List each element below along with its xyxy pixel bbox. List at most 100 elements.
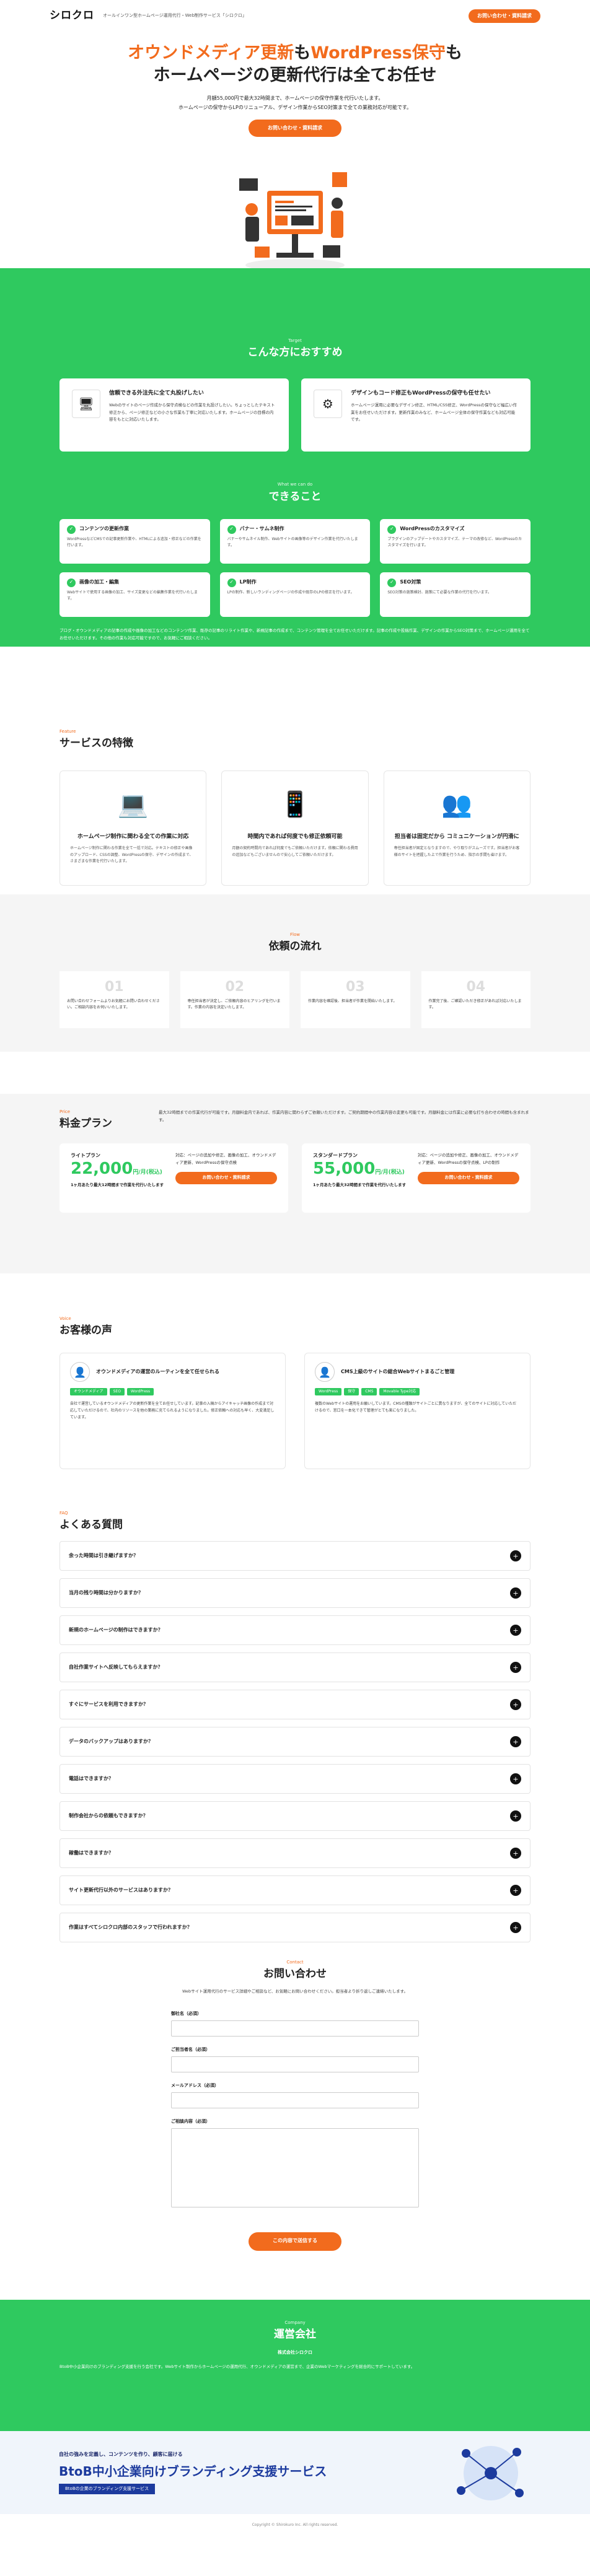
flow-step-number: 01 xyxy=(104,979,124,995)
email-input[interactable] xyxy=(171,2092,419,2109)
flow-section: Flow 依頼の流れ 01 お問い合わせフォームよりお気軽にお問い合わせください。… xyxy=(0,894,590,1052)
company-section: Company 運営会社 株式会社シロクロ BtoB中小企業向けのブランディング… xyxy=(0,2300,590,2431)
faq-item[interactable]: 電話はできますか？ + xyxy=(59,1764,531,1794)
plus-icon[interactable]: + xyxy=(510,1810,521,1822)
plus-icon[interactable]: + xyxy=(510,1848,521,1859)
flow-step-number: 04 xyxy=(466,979,486,995)
branding-banner[interactable]: 自社の強みを定義し、コンテンツを作り、顧客に届ける BtoB中小企業向けブランデ… xyxy=(0,2431,590,2514)
faq-item[interactable]: 余った時間は引き継げますか？ + xyxy=(59,1541,531,1571)
hero-title-part1: オウンドメディア更新 xyxy=(128,43,294,63)
flow-title: 依頼の流れ xyxy=(268,940,322,953)
price-title: 料金プラン xyxy=(59,1117,112,1130)
voice-card-text: 複数のWebサイトの運用をお願いしています。CMSの種類がサイトごとに異なります… xyxy=(315,1401,517,1413)
hero-sub2: ホームページの保守からLPのリニューアル、デザイン作業からSEO対策まで全ての業… xyxy=(178,105,412,111)
banner-badge: BtoBの企業のブランディング支援サービス xyxy=(59,2483,156,2494)
check-icon: ✓ xyxy=(387,578,397,587)
feature-card-title: 時間内であれば何度でも修正依頼可能 xyxy=(247,834,343,840)
plus-icon[interactable]: + xyxy=(510,1662,521,1674)
recommend-label: Target xyxy=(288,338,302,343)
plus-icon[interactable]: + xyxy=(510,1699,521,1711)
plus-icon[interactable]: + xyxy=(510,1922,521,1934)
can-card-text: WordPressなどCMSでの記事更新作業や、HTMLによる追加・修正などの作… xyxy=(67,536,201,548)
flow-step-text: 作業内容を確認後、担当者が作業を開始いたします。 xyxy=(308,998,397,1003)
plus-icon[interactable]: + xyxy=(510,1736,521,1748)
features-label: Feature xyxy=(59,729,76,734)
price-label: Price xyxy=(59,1109,71,1114)
network-illustration-icon xyxy=(457,2446,524,2500)
header-tagline: オールインワン型ホームページ運用代行・Web制作サービス「シロクロ」 xyxy=(103,13,247,19)
faq-item[interactable]: 自社作業サイトへ反映してもらえますか？ + xyxy=(59,1653,531,1683)
faq-question: 作業はすべてシロクロ内部のスタッフで行われますか？ xyxy=(69,1924,192,1930)
plus-icon[interactable]: + xyxy=(510,1773,521,1785)
faq-item[interactable]: サイト更新代行以外のサービスはありますか？ + xyxy=(59,1875,531,1906)
can-card-text: SEO対策の施策検討、施策にて必要な作業の代行を行います。 xyxy=(387,590,492,595)
flow-step-number: 02 xyxy=(225,979,245,995)
features-title: サービスの特徴 xyxy=(59,737,133,750)
feature-card: 👥 担当者は固定だから コミュニケーションが円滑に 専任担当者が固定となりますので、… xyxy=(383,771,531,886)
plus-icon[interactable]: + xyxy=(510,1587,521,1599)
header-contact-button[interactable]: お問い合わせ・資料請求 xyxy=(469,9,540,23)
smartphone-icon: 📱 xyxy=(280,790,310,819)
hero-contact-button[interactable]: お問い合わせ・資料請求 xyxy=(249,120,341,138)
site-logo[interactable]: シロクロ xyxy=(50,7,94,24)
message-textarea[interactable] xyxy=(171,2128,419,2208)
can-card-text: LPの制作、新しいランディングページの作成や既存のLPの修正を行います。 xyxy=(227,590,354,595)
voice-list: 👤 オウンドメディアの運営のルーティンを全て任せられる オウンドメディア SEO Wo… xyxy=(59,1353,531,1470)
faq-item[interactable]: データのバックアップはありますか？ + xyxy=(59,1727,531,1757)
faq-question: 当月の残り時間は分かりますか？ xyxy=(69,1589,143,1596)
contact-label: Contact xyxy=(286,1960,304,1965)
features-section: Feature サービスの特徴 💻 ホームページ制作に関わる全ての作業に対応 ホーム… xyxy=(0,647,590,894)
can-card-title: 画像の加工・編集 xyxy=(79,579,119,585)
recommend-list: 🖥 信頼できる外注先に全て丸投げしたい Webのサイトのページ作成から保守点検など… xyxy=(59,378,531,452)
can-title: できること xyxy=(268,490,322,503)
hero-sub1: 月額55,000円で最大32時間まで、ホームページの保守作業を代行いたします。 xyxy=(206,95,384,101)
plan-card: スタンダードプラン 55,000円/月(税込) 1ヶ月あたり最大32時間まで作業を代… xyxy=(302,1143,531,1213)
plan-contact-button[interactable]: お問い合わせ・資料請求 xyxy=(175,1171,277,1184)
can-card-text: プラグインのアップデートやカスタマイズ、テーマの改修など、WordPressのカ… xyxy=(387,536,522,548)
faq-item[interactable]: 当月の残り時間は分かりますか？ + xyxy=(59,1578,531,1609)
message-label: ご相談内容（必須） xyxy=(171,2119,210,2124)
company-name-input[interactable] xyxy=(171,2020,419,2037)
plus-icon[interactable]: + xyxy=(510,1625,521,1636)
contact-title: お問い合わせ xyxy=(263,1968,327,1981)
plan-contact-button[interactable]: お問い合わせ・資料請求 xyxy=(418,1171,519,1184)
voice-tags: オウンドメディア SEO WordPress xyxy=(70,1388,275,1395)
flow-step-text: お問い合わせフォームよりお気軽にお問い合わせください。ご相談内容をお伺いいたしま… xyxy=(67,998,160,1010)
voice-card-text: 自社で運営しているオウンドメディアの更新作業を全てお任せしています。記事の入稿か… xyxy=(70,1401,275,1420)
faq-item[interactable]: 新規のホームページの制作はできますか？ + xyxy=(59,1615,531,1646)
can-list: ✓ コンテンツの更新作業 WordPressなどCMSでの記事更新作業や、HTMLに… xyxy=(59,518,531,617)
recommend-card-text: Webのサイトのページ作成から保守点検などの作業を丸投げしたい。ちょっとしたテキ… xyxy=(109,402,275,422)
plan-price-unit: 円/月(税込) xyxy=(375,1169,405,1176)
user-avatar-icon: 👤 xyxy=(315,1362,335,1382)
plan-price: 55,000円/月(税込) xyxy=(313,1160,409,1178)
hero-title-part4: も xyxy=(445,43,462,63)
company-text: BtoB中小企業向けのブランディング支援を行う会社です。Webサイト制作からホー… xyxy=(59,2364,415,2369)
can-card-title: WordPressのカスタマイズ xyxy=(400,526,465,532)
company-title: 運営会社 xyxy=(274,2328,316,2341)
faq-item[interactable]: 制作会社からの依頼もできますか？ + xyxy=(59,1801,531,1832)
plan-desc: 1ヶ月あたり最大32時間まで作業を代行いたします xyxy=(313,1182,407,1187)
user-avatar-icon: 👤 xyxy=(70,1362,90,1382)
check-icon: ✓ xyxy=(227,578,236,587)
plus-icon[interactable]: + xyxy=(510,1885,521,1897)
submit-button[interactable]: この内容で送信する xyxy=(249,2232,341,2251)
faq-item[interactable]: 稼働はできますか？ + xyxy=(59,1838,531,1869)
voice-tag: WordPress xyxy=(315,1388,342,1395)
faq-item[interactable]: すぐにサービスを利用できますか？ + xyxy=(59,1690,531,1720)
hero-illustration xyxy=(239,172,347,271)
faq-question: すぐにサービスを利用できますか？ xyxy=(69,1701,148,1707)
can-card: ✓ LP制作 LPの制作、新しいランディングページの作成や既存のLPの修正を行います… xyxy=(219,572,371,617)
faq-title: よくある質問 xyxy=(59,1519,123,1532)
banner-text: 自社の強みを定義し、コンテンツを作り、顧客に届ける BtoB中小企業向けブランデ… xyxy=(59,2451,327,2494)
can-card: ✓ コンテンツの更新作業 WordPressなどCMSでの記事更新作業や、HTMLに… xyxy=(59,518,210,564)
faq-item[interactable]: 作業はすべてシロクロ内部のスタッフで行われますか？ + xyxy=(59,1913,531,1943)
contact-section: Contact お問い合わせ Webサイト運用代行のサービス詳細やご相談など、お… xyxy=(0,1941,590,2300)
check-icon: ✓ xyxy=(67,525,76,534)
footer-copyright: Copyright © Shirokuro Inc. All rights re… xyxy=(252,2523,338,2527)
voice-section: Voice お客様の声 👤 オウンドメディアの運営のルーティンを全て任せられる オ… xyxy=(0,1293,590,1485)
plus-icon[interactable]: + xyxy=(510,1550,521,1562)
people-icon: 👥 xyxy=(441,790,473,819)
hero-title-line2: ホームページの更新代行は全てお任せ xyxy=(153,66,437,85)
contact-person-input[interactable] xyxy=(171,2056,419,2073)
contact-form: 御社名（必須） ご担当者名（必須） メールアドレス（必須） ご相談内容（必須） xyxy=(171,2011,419,2211)
